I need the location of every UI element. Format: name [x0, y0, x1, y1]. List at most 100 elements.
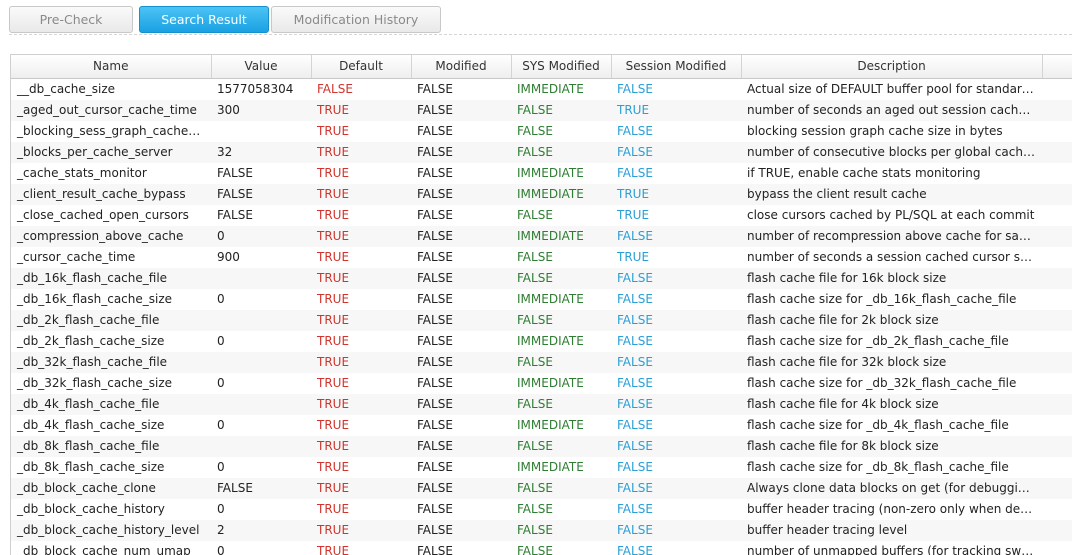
description-cell: flash cache size for _db_16k_flash_cache… [741, 289, 1042, 310]
name-cell: _db_block_cache_num_umap [11, 541, 211, 555]
tab-modification-history[interactable]: Modification History [271, 6, 441, 33]
sys-modified-cell: IMMEDIATE [511, 184, 611, 205]
table-row[interactable]: _db_block_cache_num_umap0TRUEFALSEFALSEF… [11, 541, 1072, 555]
table-row[interactable]: _db_16k_flash_cache_fileTRUEFALSEFALSEFA… [11, 268, 1072, 289]
value-cell: FALSE [211, 478, 311, 499]
table-row[interactable]: _db_32k_flash_cache_fileTRUEFALSEFALSEFA… [11, 352, 1072, 373]
table-row[interactable]: _compression_above_cache0TRUEFALSEIMMEDI… [11, 226, 1072, 247]
default-cell: TRUE [311, 163, 411, 184]
table-row[interactable]: _cursor_cache_time900TRUEFALSEFALSETRUEn… [11, 247, 1072, 268]
filler-cell [1042, 78, 1072, 100]
filler-cell [1042, 100, 1072, 121]
session-modified-cell: FALSE [611, 226, 741, 247]
column-header-session-modified[interactable]: Session Modified [611, 55, 741, 78]
description-cell: flash cache file for 4k block size [741, 394, 1042, 415]
description-cell: number of unmapped buffers (for tracking… [741, 541, 1042, 555]
table-row[interactable]: _db_block_cache_history_level2TRUEFALSEF… [11, 520, 1072, 541]
description-cell: flash cache size for _db_8k_flash_cache_… [741, 457, 1042, 478]
name-cell: _compression_above_cache [11, 226, 211, 247]
default-cell: TRUE [311, 310, 411, 331]
column-header-value[interactable]: Value [211, 55, 311, 78]
value-cell: 0 [211, 541, 311, 555]
value-cell: 0 [211, 415, 311, 436]
table-row[interactable]: _db_block_cache_history0TRUEFALSEFALSEFA… [11, 499, 1072, 520]
value-cell: 0 [211, 499, 311, 520]
default-cell: TRUE [311, 226, 411, 247]
default-cell: TRUE [311, 541, 411, 555]
table-row[interactable]: _aged_out_cursor_cache_time300TRUEFALSEF… [11, 100, 1072, 121]
description-cell: flash cache size for _db_32k_flash_cache… [741, 373, 1042, 394]
filler-cell [1042, 436, 1072, 457]
session-modified-cell: FALSE [611, 310, 741, 331]
table-row[interactable]: _db_8k_flash_cache_size0TRUEFALSEIMMEDIA… [11, 457, 1072, 478]
table-row[interactable]: _blocks_per_cache_server32TRUEFALSEFALSE… [11, 142, 1072, 163]
table-row[interactable]: _cache_stats_monitorFALSETRUEFALSEIMMEDI… [11, 163, 1072, 184]
table-row[interactable]: _db_2k_flash_cache_size0TRUEFALSEIMMEDIA… [11, 331, 1072, 352]
table-row[interactable]: _blocking_sess_graph_cache_sizeTRUEFALSE… [11, 121, 1072, 142]
default-cell: TRUE [311, 478, 411, 499]
modified-cell: FALSE [411, 78, 511, 100]
sys-modified-cell: IMMEDIATE [511, 289, 611, 310]
value-cell: 32 [211, 142, 311, 163]
table-row[interactable]: _db_8k_flash_cache_fileTRUEFALSEFALSEFAL… [11, 436, 1072, 457]
filler-cell [1042, 520, 1072, 541]
default-cell: TRUE [311, 142, 411, 163]
column-header-modified[interactable]: Modified [411, 55, 511, 78]
tab-bar: Pre-Check Search Result Modification His… [9, 6, 1072, 34]
table-row[interactable]: _db_32k_flash_cache_size0TRUEFALSEIMMEDI… [11, 373, 1072, 394]
table-row[interactable]: _db_16k_flash_cache_size0TRUEFALSEIMMEDI… [11, 289, 1072, 310]
description-cell: blocking session graph cache size in byt… [741, 121, 1042, 142]
column-header-sys-modified[interactable]: SYS Modified [511, 55, 611, 78]
modified-cell: FALSE [411, 394, 511, 415]
table-row[interactable]: _db_2k_flash_cache_fileTRUEFALSEFALSEFAL… [11, 310, 1072, 331]
modified-cell: FALSE [411, 331, 511, 352]
sys-modified-cell: FALSE [511, 436, 611, 457]
description-cell: if TRUE, enable cache stats monitoring [741, 163, 1042, 184]
modified-cell: FALSE [411, 247, 511, 268]
default-cell: TRUE [311, 247, 411, 268]
filler-cell [1042, 373, 1072, 394]
tab-pre-check[interactable]: Pre-Check [9, 6, 133, 33]
sys-modified-cell: FALSE [511, 499, 611, 520]
sys-modified-cell: FALSE [511, 520, 611, 541]
name-cell: _aged_out_cursor_cache_time [11, 100, 211, 121]
modified-cell: FALSE [411, 268, 511, 289]
sys-modified-cell: FALSE [511, 541, 611, 555]
filler-cell [1042, 184, 1072, 205]
description-cell: flash cache size for _db_2k_flash_cache_… [741, 331, 1042, 352]
modified-cell: FALSE [411, 163, 511, 184]
filler-cell [1042, 352, 1072, 373]
session-modified-cell: FALSE [611, 268, 741, 289]
filler-cell [1042, 499, 1072, 520]
table-row[interactable]: _db_block_cache_cloneFALSETRUEFALSEFALSE… [11, 478, 1072, 499]
column-header-default[interactable]: Default [311, 55, 411, 78]
modified-cell: FALSE [411, 205, 511, 226]
modified-cell: FALSE [411, 226, 511, 247]
tab-search-result[interactable]: Search Result [139, 6, 269, 33]
name-cell: _db_32k_flash_cache_file [11, 352, 211, 373]
value-cell: 0 [211, 457, 311, 478]
table-row[interactable]: _client_result_cache_bypassFALSETRUEFALS… [11, 184, 1072, 205]
filler-cell [1042, 247, 1072, 268]
session-modified-cell: TRUE [611, 247, 741, 268]
name-cell: _db_8k_flash_cache_size [11, 457, 211, 478]
sys-modified-cell: FALSE [511, 352, 611, 373]
sys-modified-cell: IMMEDIATE [511, 331, 611, 352]
description-cell: bypass the client result cache [741, 184, 1042, 205]
default-cell: TRUE [311, 205, 411, 226]
sys-modified-cell: FALSE [511, 478, 611, 499]
table-row[interactable]: __db_cache_size1577058304FALSEFALSEIMMED… [11, 78, 1072, 100]
filler-cell [1042, 163, 1072, 184]
column-header-name[interactable]: Name [11, 55, 211, 78]
value-cell: 1577058304 [211, 78, 311, 100]
table-row[interactable]: _close_cached_open_cursorsFALSETRUEFALSE… [11, 205, 1072, 226]
column-header-description[interactable]: Description [741, 55, 1042, 78]
filler-cell [1042, 541, 1072, 555]
table-row[interactable]: _db_4k_flash_cache_fileTRUEFALSEFALSEFAL… [11, 394, 1072, 415]
default-cell: TRUE [311, 415, 411, 436]
session-modified-cell: FALSE [611, 352, 741, 373]
session-modified-cell: FALSE [611, 499, 741, 520]
table-row[interactable]: _db_4k_flash_cache_size0TRUEFALSEIMMEDIA… [11, 415, 1072, 436]
description-cell: buffer header tracing level [741, 520, 1042, 541]
name-cell: _db_4k_flash_cache_size [11, 415, 211, 436]
